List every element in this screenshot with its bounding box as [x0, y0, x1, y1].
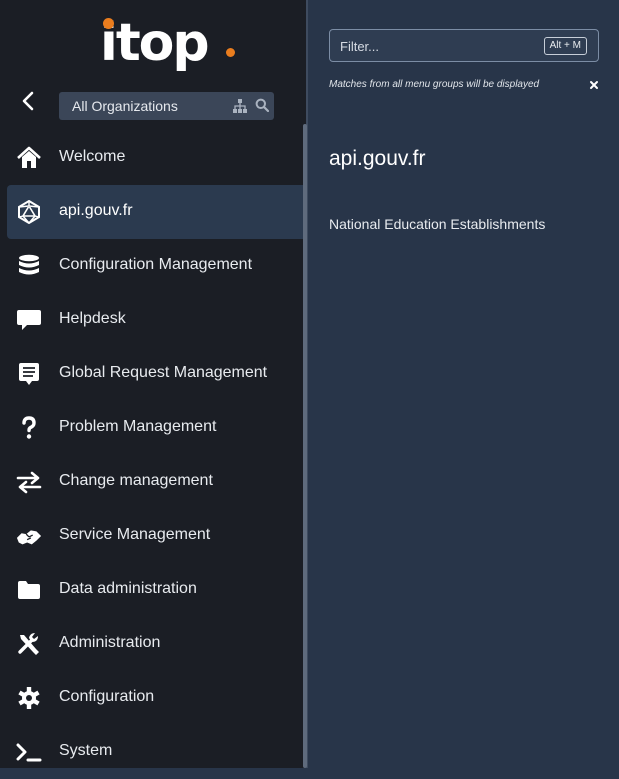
menu-group-administration[interactable]: Administration	[0, 617, 304, 671]
home-icon	[17, 146, 41, 168]
database-icon	[19, 254, 39, 275]
chevron-left-icon	[22, 91, 34, 111]
menu-group-title: api.gouv.fr	[329, 147, 426, 170]
filter-hint: Matches from all menu groups will be dis…	[329, 79, 540, 90]
menu-group-label: Administration	[59, 634, 161, 651]
close-icon[interactable]	[589, 80, 599, 90]
filter-hotkey-badge: Alt + M	[543, 37, 587, 55]
question-icon	[22, 416, 36, 439]
menu-group-label: Configuration	[59, 688, 155, 705]
gear-icon	[18, 687, 40, 709]
organization-selector-label: All Organizations	[72, 98, 178, 114]
terminal-icon	[16, 743, 42, 762]
collapse-menu-button[interactable]	[18, 90, 40, 112]
menu-groups-list: Welcome api.gouv.fr Configuration Manage…	[0, 131, 304, 779]
menu-group-api-gouv[interactable]: api.gouv.fr	[7, 185, 304, 239]
menu-group-label: Change management	[59, 472, 213, 489]
menu-group-change-management[interactable]: Change management	[0, 455, 304, 509]
menu-group-data-administration[interactable]: Data administration	[0, 563, 304, 617]
network-icon	[18, 200, 40, 224]
tools-icon	[18, 633, 39, 655]
exchange-arrows-icon	[16, 471, 42, 494]
menu-group-label: System	[59, 742, 113, 759]
menu-group-system[interactable]: System	[0, 725, 304, 779]
menu-group-label: Service Management	[59, 526, 211, 543]
navigation-sidebar: itop All Organizations Welcome api.gouv.…	[0, 0, 308, 768]
menu-group-label: Helpdesk	[59, 310, 126, 327]
menu-group-helpdesk[interactable]: Helpdesk	[0, 293, 304, 347]
menu-group-label: Global Request Management	[59, 364, 268, 381]
organization-selector[interactable]: All Organizations	[59, 92, 274, 120]
menu-drawer-panel: Alt + M Matches from all menu groups wil…	[308, 0, 619, 768]
logo-dot	[103, 18, 114, 29]
menu-scrollbar[interactable]	[303, 124, 307, 768]
search-icon[interactable]	[255, 98, 269, 112]
org-hierarchy-icon[interactable]	[232, 98, 248, 114]
menu-group-label: api.gouv.fr	[59, 202, 133, 219]
menu-entry-national-education-establishments[interactable]: National Education Establishments	[329, 216, 545, 232]
menu-group-problem-management[interactable]: Problem Management	[0, 401, 304, 455]
handshake-icon	[16, 530, 42, 545]
menu-group-label: Welcome	[59, 148, 126, 165]
itop-logo[interactable]: itop	[100, 8, 240, 78]
speech-bubble-icon	[17, 310, 41, 330]
menu-filter[interactable]: Alt + M	[329, 29, 599, 62]
menu-filter-input[interactable]	[340, 37, 540, 55]
menu-group-service-management[interactable]: Service Management	[0, 509, 304, 563]
logo-dot	[226, 48, 235, 57]
logo-text: itop	[100, 13, 210, 73]
folder-icon	[18, 581, 40, 599]
menu-group-global-request-management[interactable]: Global Request Management	[0, 347, 304, 401]
menu-group-welcome[interactable]: Welcome	[0, 131, 304, 185]
menu-group-configuration-management[interactable]: Configuration Management	[0, 239, 304, 293]
comment-list-icon	[19, 363, 39, 385]
menu-group-configuration[interactable]: Configuration	[0, 671, 304, 725]
menu-group-label: Configuration Management	[59, 256, 253, 273]
menu-group-label: Data administration	[59, 580, 197, 597]
menu-group-label: Problem Management	[59, 418, 217, 435]
